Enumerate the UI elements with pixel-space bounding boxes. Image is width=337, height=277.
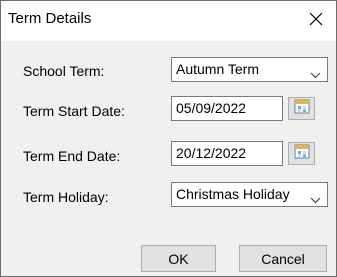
close-icon — [309, 12, 323, 31]
cancel-button-label: Cancel — [261, 250, 305, 267]
term-holiday-value: Christmas Holiday — [176, 186, 290, 202]
term-details-dialog: Term Details School Term: Autumn Term Te… — [0, 0, 337, 277]
term-end-date-label: Term End Date: — [23, 148, 121, 164]
school-term-label: School Term: — [23, 63, 105, 79]
term-holiday-select[interactable]: Christmas Holiday — [171, 182, 328, 207]
chevron-down-icon — [310, 191, 321, 207]
term-start-date-value: 05/09/2022 — [176, 100, 247, 116]
term-end-date-field[interactable]: 20/12/2022 — [171, 141, 283, 166]
close-button[interactable] — [296, 1, 336, 41]
calendar-icon — [294, 98, 310, 119]
ok-button-label: OK — [168, 250, 189, 267]
calendar-icon — [294, 143, 310, 164]
school-term-select[interactable]: Autumn Term — [171, 57, 328, 82]
term-end-date-value: 20/12/2022 — [176, 145, 247, 161]
term-start-date-label: Term Start Date: — [23, 103, 125, 119]
school-term-value: Autumn Term — [176, 61, 259, 77]
dialog-title: Term Details — [8, 10, 92, 27]
title-bar: Term Details — [1, 1, 336, 41]
term-start-date-field[interactable]: 05/09/2022 — [171, 96, 283, 121]
term-start-date-picker-button[interactable] — [288, 97, 315, 120]
term-end-date-picker-button[interactable] — [288, 142, 315, 165]
chevron-down-icon — [310, 66, 321, 82]
cancel-button[interactable]: Cancel — [239, 245, 327, 272]
term-holiday-label: Term Holiday: — [23, 189, 109, 205]
ok-button[interactable]: OK — [141, 245, 216, 272]
